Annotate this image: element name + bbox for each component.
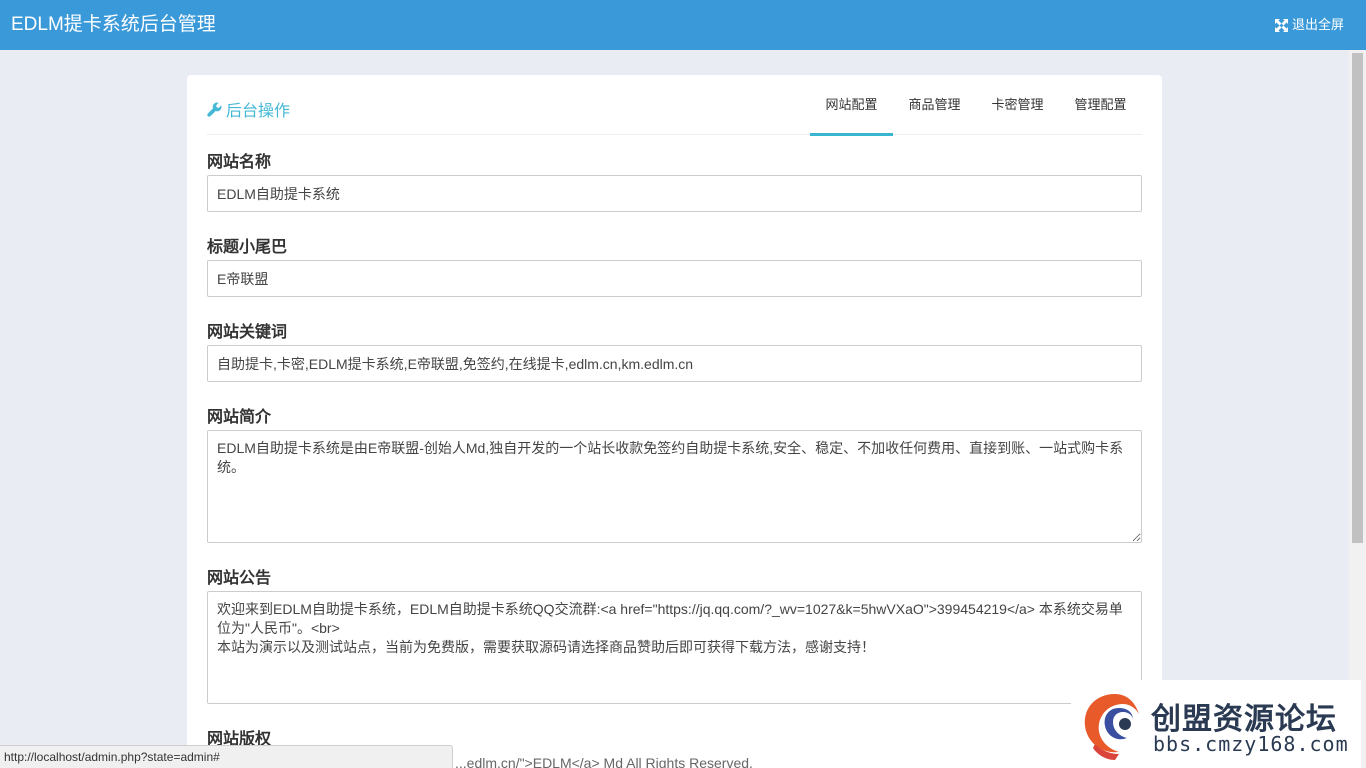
watermark: 创盟资源论坛 bbs.cmzy168.com — [1071, 680, 1361, 768]
scrollbar-thumb[interactable] — [1352, 53, 1363, 543]
site-name-label: 网站名称 — [207, 154, 272, 171]
exit-fullscreen-button[interactable]: 退出全屏 — [1274, 17, 1344, 33]
panel-title: 后台操作 — [207, 97, 290, 121]
keywords-label: 网站关键词 — [207, 324, 288, 341]
app-title: EDLM提卡系统后台管理 — [11, 14, 216, 35]
copyright-input-partial[interactable]: ...edlm.cn/">EDLM</a> Md All Rights Rese… — [455, 755, 753, 768]
wrench-icon — [207, 101, 222, 117]
tab-card-key-management[interactable]: 卡密管理 — [976, 75, 1059, 135]
tab-product-management[interactable]: 商品管理 — [893, 75, 976, 135]
browser-status-bar: http://localhost/admin.php?state=admin# — [0, 745, 453, 768]
admin-panel-card: 后台操作 网站配置 商品管理 卡密管理 管理配置 网站名称 标题小尾巴 网站关键… — [187, 75, 1162, 768]
title-suffix-input[interactable] — [207, 260, 1142, 297]
notice-textarea[interactable]: 欢迎来到EDLM自助提卡系统，EDLM自助提卡系统QQ交流群:<a href="… — [207, 591, 1142, 704]
exit-fullscreen-label: 退出全屏 — [1291, 17, 1344, 32]
tab-admin-config[interactable]: 管理配置 — [1059, 75, 1142, 135]
forum-logo-icon — [1084, 694, 1139, 760]
title-suffix-label: 标题小尾巴 — [207, 239, 288, 256]
top-header: EDLM提卡系统后台管理 退出全屏 — [0, 0, 1366, 50]
scrollbar[interactable] — [1349, 50, 1366, 768]
keywords-input[interactable] — [207, 345, 1142, 382]
panel-title-label: 后台操作 — [226, 103, 291, 120]
description-textarea[interactable]: EDLM自助提卡系统是由E帝联盟-创始人Md,独自开发的一个站长收款免签约自助提… — [207, 430, 1142, 543]
tab-site-config[interactable]: 网站配置 — [810, 75, 893, 136]
notice-label: 网站公告 — [207, 570, 272, 587]
description-label: 网站简介 — [207, 409, 272, 426]
fullscreen-icon — [1274, 18, 1288, 32]
site-name-input[interactable] — [207, 175, 1142, 212]
watermark-subtitle: bbs.cmzy168.com — [1153, 732, 1349, 756]
panel-header: 后台操作 网站配置 商品管理 卡密管理 管理配置 — [207, 75, 1142, 136]
panel-tabs: 网站配置 商品管理 卡密管理 管理配置 — [810, 75, 1142, 136]
